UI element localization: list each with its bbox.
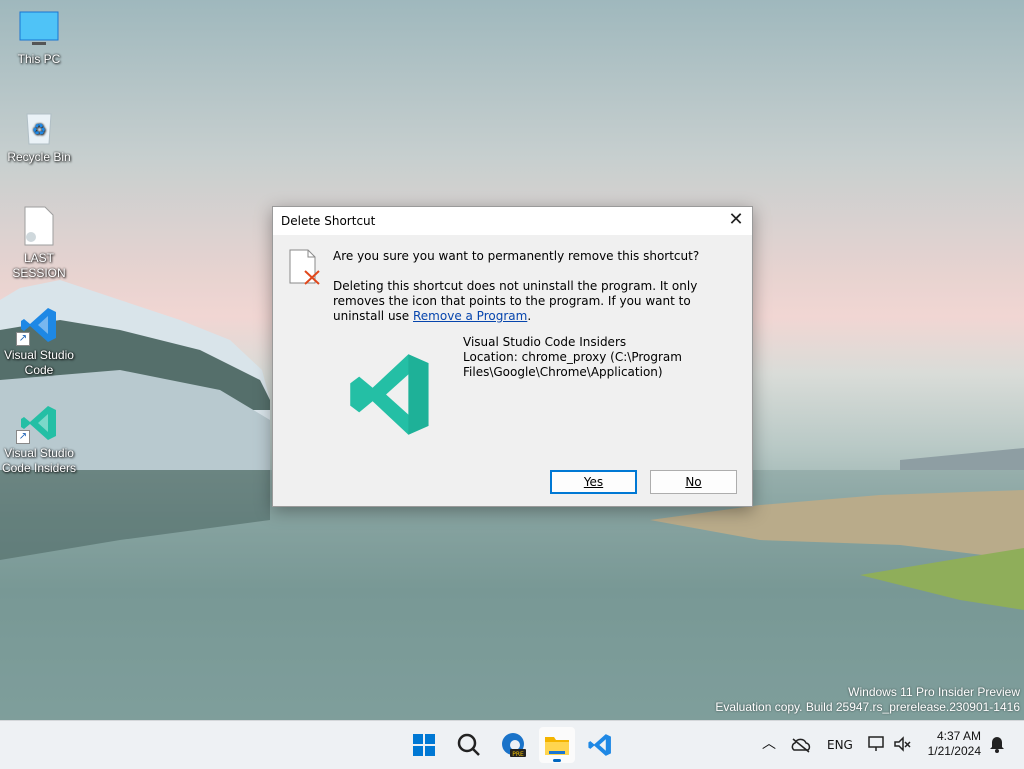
volume-muted-icon[interactable]: [893, 735, 913, 753]
evaluation-watermark: Windows 11 Pro Insider Preview Evaluatio…: [715, 685, 1020, 715]
delete-shortcut-dialog: Delete Shortcut ✕ Are you sure you want …: [272, 206, 753, 507]
start-icon: [413, 734, 435, 756]
desktop-icon-last-session[interactable]: LAST SESSION: [1, 205, 77, 281]
no-button[interactable]: No: [650, 470, 737, 494]
language-indicator[interactable]: ENG: [827, 738, 853, 752]
vscode-taskbar-button[interactable]: [582, 727, 618, 763]
shortcut-location: Location: chrome_proxy (C:\Program Files…: [463, 350, 682, 379]
shortcut-name: Visual Studio Code Insiders: [463, 335, 627, 349]
description-end: .: [527, 309, 532, 323]
active-indicator: [553, 759, 561, 762]
svg-text:PRE: PRE: [512, 751, 524, 758]
vscode-insiders-icon: ↗: [16, 404, 58, 444]
taskbar: PRE ︿ ENG 4:37 AM 1/21/2024: [0, 720, 1024, 769]
network-icon[interactable]: [867, 735, 887, 753]
yes-button-label: Yes: [583, 475, 604, 489]
vscode-insiders-logo-icon: [350, 354, 429, 435]
confirm-question: Are you sure you want to permanently rem…: [333, 249, 700, 263]
svg-text:♻: ♻: [32, 122, 46, 139]
clock-date: 1/21/2024: [927, 744, 981, 758]
edge-insider-icon: PRE: [502, 733, 526, 758]
delete-file-icon: [289, 249, 320, 285]
desktop-icon-label: LAST SESSION: [12, 251, 66, 280]
start-button[interactable]: [406, 727, 442, 763]
watermark-line-1: Windows 11 Pro Insider Preview: [848, 685, 1020, 699]
yes-button[interactable]: Yes: [550, 470, 637, 494]
shortcut-info: Visual Studio Code Insiders Location: ch…: [463, 335, 703, 380]
file-explorer-icon: [545, 737, 569, 755]
desktop-icon-label: Recycle Bin: [7, 150, 71, 164]
monitor-icon: [18, 10, 60, 48]
notification-bell-icon[interactable]: [989, 735, 1005, 753]
clock[interactable]: 4:37 AM 1/21/2024: [928, 729, 981, 759]
shortcut-arrow-icon: ↗: [16, 430, 30, 444]
file-icon: [23, 205, 55, 247]
clock-time: 4:37 AM: [936, 729, 981, 743]
onedrive-offline-icon[interactable]: [790, 737, 812, 753]
search-button[interactable]: [451, 727, 487, 763]
desktop-icon-recycle-bin[interactable]: ♻ Recycle Bin: [1, 110, 77, 165]
desktop: This PC ♻ Recycle Bin LAST SESSION ↗ Vis…: [0, 0, 1024, 720]
dialog-description: Deleting this shortcut does not uninstal…: [333, 279, 733, 324]
desktop-icon-this-pc[interactable]: This PC: [1, 10, 77, 67]
desktop-icon-label: Visual Studio Code Insiders: [1, 446, 77, 475]
watermark-line-2: Evaluation copy. Build 25947.rs_prerelea…: [715, 700, 1020, 714]
desktop-icon-label: This PC: [17, 52, 61, 66]
dialog-title: Delete Shortcut: [281, 214, 376, 228]
close-icon[interactable]: ✕: [724, 209, 748, 233]
desktop-icon-label: Visual Studio Code: [4, 348, 74, 377]
vscode-icon: ↗: [16, 306, 58, 346]
desktop-icon-vscode-insiders[interactable]: ↗ Visual Studio Code Insiders: [1, 404, 77, 476]
dialog-titlebar[interactable]: Delete Shortcut ✕: [273, 207, 752, 235]
file-explorer-button[interactable]: [539, 727, 575, 763]
no-button-label: No: [685, 475, 702, 489]
shortcut-arrow-icon: ↗: [16, 332, 30, 346]
recycle-bin-icon: ♻: [21, 110, 57, 146]
search-icon: [457, 733, 480, 756]
chevron-up-icon[interactable]: ︿: [762, 733, 776, 753]
desktop-icon-vscode[interactable]: ↗ Visual Studio Code: [1, 306, 77, 378]
remove-program-link[interactable]: Remove a Program: [413, 309, 527, 323]
edge-insider-button[interactable]: PRE: [496, 727, 532, 763]
vscode-icon: [588, 734, 611, 756]
